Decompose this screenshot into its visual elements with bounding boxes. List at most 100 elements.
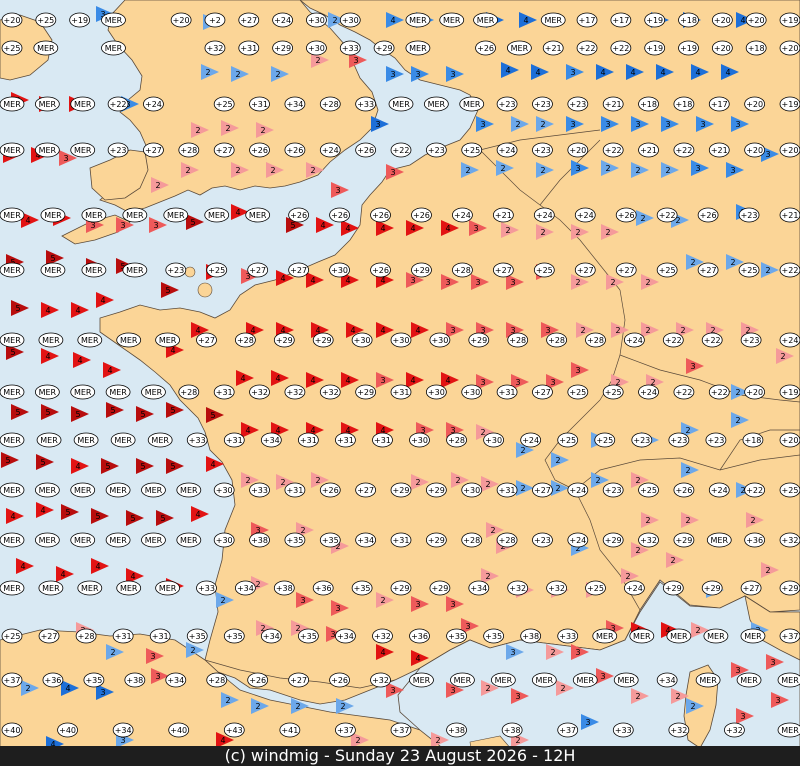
temperature-marker: +19 xyxy=(678,40,699,56)
marker-value: +35 xyxy=(448,632,465,641)
sea-marker: MER xyxy=(141,532,166,548)
sea-marker: MER xyxy=(147,432,173,448)
marker-value: +31 xyxy=(374,436,391,445)
temperature-marker: +26 xyxy=(355,142,377,158)
sea-marker: MER xyxy=(0,262,25,278)
temperature-marker: +29 xyxy=(468,332,490,348)
marker-value: +24 xyxy=(577,211,594,220)
marker-value: +32 xyxy=(374,632,391,641)
wind-force-label: 2 xyxy=(750,516,755,525)
marker-value: +40 xyxy=(170,726,187,735)
sea-marker: MER xyxy=(34,142,60,158)
temperature-marker: +30 xyxy=(483,432,505,448)
temperature-marker: +26 xyxy=(673,482,695,498)
temperature-marker: +29 xyxy=(602,532,624,548)
wind-force-label: 4 xyxy=(45,306,50,315)
sea-marker: MER xyxy=(34,482,60,498)
wind-force-label: 4 xyxy=(660,68,665,77)
temperature-marker: +32 xyxy=(638,532,659,548)
marker-value: +29 xyxy=(274,44,291,53)
marker-value: +34 xyxy=(237,584,254,593)
marker-value: MER xyxy=(151,436,169,445)
sea-marker: MER xyxy=(703,628,729,644)
wind-force-label: 4 xyxy=(345,276,350,285)
wind-force-label: 5 xyxy=(40,458,45,467)
temperature-marker: +26 xyxy=(329,207,350,223)
marker-value: +31 xyxy=(226,436,243,445)
marker-value: +26 xyxy=(331,676,348,685)
temperature-marker: +40 xyxy=(1,722,23,738)
wind-force-label: 4 xyxy=(45,352,50,361)
temperature-marker: +26 xyxy=(288,207,310,223)
wind-force-label: 2 xyxy=(280,478,285,487)
marker-value: MER xyxy=(208,211,226,220)
marker-value: +36 xyxy=(315,584,332,593)
temperature-marker: +21 xyxy=(492,207,514,223)
wind-force-label: 4 xyxy=(445,224,450,233)
marker-value: +30 xyxy=(308,44,325,53)
temperature-marker: +36 xyxy=(744,532,766,548)
wind-force-label: 3 xyxy=(770,658,775,667)
temperature-marker: +28 xyxy=(507,332,529,348)
temperature-marker: +27 xyxy=(288,672,310,688)
temperature-marker: +20 xyxy=(779,40,800,56)
temperature-marker: +24 xyxy=(520,432,542,448)
temperature-marker: +24 xyxy=(708,482,730,498)
marker-value: MER xyxy=(428,100,446,109)
temperature-marker: +27 xyxy=(532,482,553,498)
marker-value: +24 xyxy=(569,486,586,495)
temperature-marker: +18 xyxy=(745,40,767,56)
marker-value: +34 xyxy=(357,536,374,545)
marker-value: +37 xyxy=(782,632,799,641)
marker-value: +26 xyxy=(700,211,717,220)
sea-marker: MER xyxy=(0,332,25,348)
wind-force-label: 2 xyxy=(185,166,190,175)
temperature-marker: +23 xyxy=(567,96,589,112)
wind-force-label: 4 xyxy=(10,512,15,521)
wind-force-label: 2 xyxy=(355,736,360,745)
marker-value: MER xyxy=(145,388,163,397)
wind-force-label: 2 xyxy=(550,648,555,657)
marker-value: +24 xyxy=(569,536,586,545)
map-canvas: 3 2 2 4 4 4 4 4 4 4 2 2 2 2 3 3 3 3 4 4 3 4 4 4 4 4 4 4 4 4 4 3 3 2 2 2 3 3 2 2… xyxy=(0,0,800,766)
marker-value: +2 xyxy=(209,16,221,25)
temperature-marker: +43 xyxy=(223,722,245,738)
wind-force-label: 3 xyxy=(100,688,105,697)
temperature-marker: +20 xyxy=(745,12,767,28)
temperature-marker: +34 xyxy=(468,580,490,596)
sea-marker: MER xyxy=(70,142,96,158)
wind-force-label: 3 xyxy=(510,648,515,657)
wind-force-label: 2 xyxy=(765,566,770,575)
temperature-marker: +29 xyxy=(429,580,451,596)
marker-value: +22 xyxy=(659,211,676,220)
wind-force-label: 2 xyxy=(25,684,30,693)
marker-value: +29 xyxy=(376,44,393,53)
temperature-marker: +35 xyxy=(284,532,306,548)
temperature-marker: +27 xyxy=(492,262,514,278)
marker-value: +26 xyxy=(331,211,348,220)
marker-value: +38 xyxy=(251,536,268,545)
wind-force-label: 2 xyxy=(595,476,600,485)
sea-marker: MER xyxy=(33,40,59,56)
marker-value: +20 xyxy=(714,44,731,53)
temperature-marker: +31 xyxy=(372,432,393,448)
marker-value: +22 xyxy=(393,146,410,155)
temperature-marker: +21 xyxy=(542,40,564,56)
temperature-marker: +35 xyxy=(319,532,341,548)
marker-value: MER xyxy=(114,436,132,445)
temperature-marker: +25 xyxy=(638,482,659,498)
marker-value: +28 xyxy=(548,336,565,345)
temperature-marker: +28 xyxy=(546,332,567,348)
marker-value: MER xyxy=(40,436,58,445)
temperature-marker: +29 xyxy=(425,532,447,548)
sea-marker: MER xyxy=(40,207,66,223)
wind-force-label: 4 xyxy=(275,374,280,383)
temperature-marker: +26 xyxy=(475,40,496,56)
temperature-marker: +31 xyxy=(149,628,171,644)
marker-value: +20 xyxy=(746,146,763,155)
sea-marker: MER xyxy=(405,12,431,28)
wind-force-label: 2 xyxy=(605,164,610,173)
marker-value: +24 xyxy=(499,146,516,155)
wind-force-label: 2 xyxy=(685,466,690,475)
marker-value: +28 xyxy=(78,632,95,641)
